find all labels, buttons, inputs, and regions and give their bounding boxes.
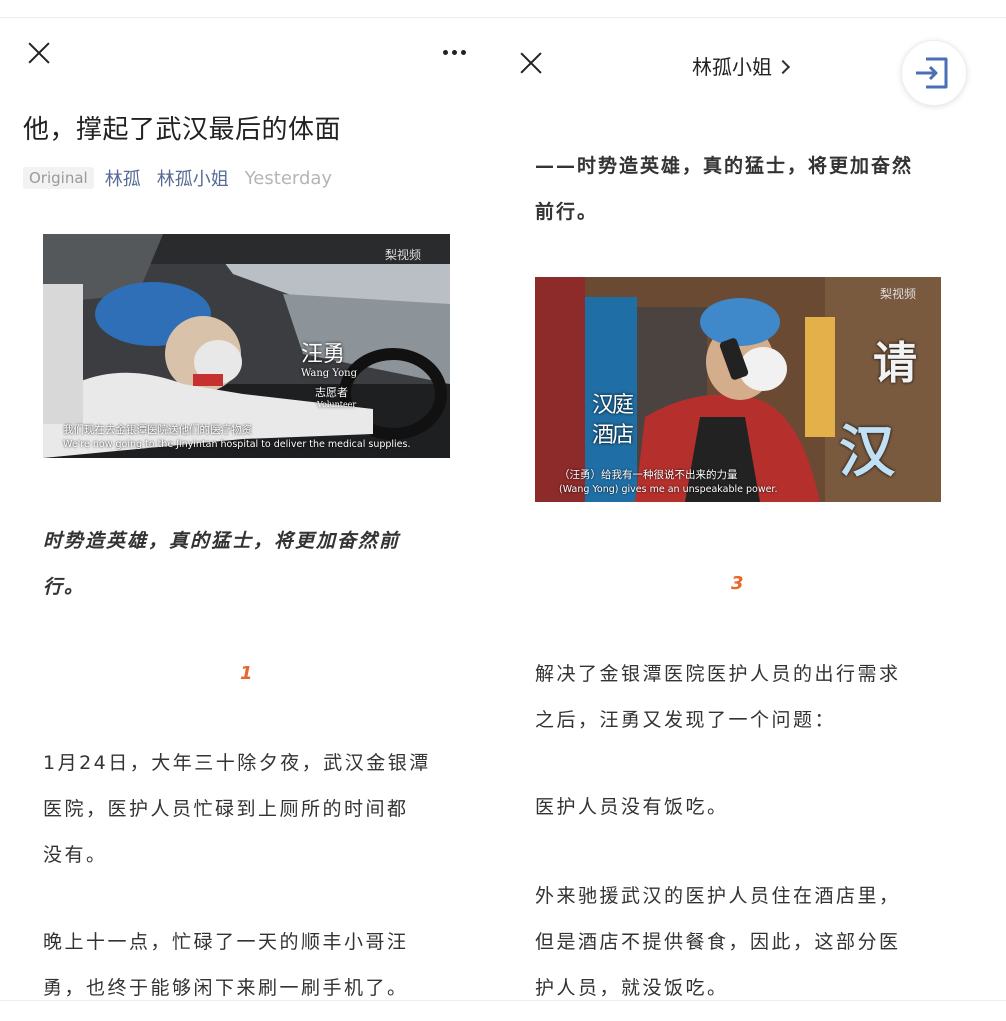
hotel-sign-char: 庭	[612, 393, 635, 418]
bottom-divider	[0, 1000, 500, 1001]
hotel-sign-char: 酒	[592, 423, 615, 448]
chevron-right-icon	[775, 59, 791, 75]
bottom-divider	[500, 1000, 1006, 1001]
video-subtitle-en: (Wang Yong) gives me an unspeakable powe…	[559, 484, 778, 495]
quote-paragraph: ——时势造英雄，真的猛士，将更加奋然 前行。	[535, 143, 913, 235]
body-paragraph: 医护人员没有饭吃。	[535, 784, 729, 830]
body-paragraph: 外来驰援武汉的医护人员住在酒店里， 但是酒店不提供餐食，因此，这部分医 护人员，…	[535, 873, 901, 1011]
video-player[interactable]: 梨视频 汪勇 Wang Yong 志愿者 Volunteer 我们现在去金银潭医…	[43, 234, 450, 458]
original-badge: Original	[23, 167, 94, 189]
video-subtitle-cn: 我们现在去金银潭医院送他们的医疗物资	[63, 424, 252, 436]
video-role-cn: 志愿者	[315, 386, 348, 399]
article-title: 他，撑起了武汉最后的体面	[23, 115, 342, 145]
exit-button[interactable]	[901, 40, 967, 106]
section-number: 3	[731, 573, 744, 594]
right-article-panel: 林孤小姐 ——时势造英雄，真的猛士，将更加奋然 前行。 梨视频 汉 庭 酒 店 …	[500, 0, 1006, 1021]
exit-icon	[916, 57, 948, 89]
more-options-icon[interactable]	[443, 49, 469, 57]
article-meta: Original 林孤 林孤小姐 Yesterday	[23, 165, 332, 191]
body-paragraph: 解决了金银潭医院医护人员的出行需求 之后，汪勇又发现了一个问题：	[535, 651, 901, 743]
video-subtitle-cn: （汪勇）给我有一种很说不出来的力量	[559, 469, 738, 481]
hotel-sign-char: 店	[612, 423, 635, 448]
quote-line: 行。	[43, 576, 86, 598]
video-subtitle-en: We're now going to the Jinyintan hospita…	[63, 439, 411, 450]
video-name-cn: 汪勇	[301, 342, 346, 367]
quote-line: 时势造英雄，真的猛士，将更加奋然前	[43, 530, 401, 552]
text-line: 医护人员没有饭吃。	[535, 796, 729, 818]
video-role-en: Volunteer	[317, 400, 357, 409]
hotel-sign-char: 汉	[592, 393, 615, 418]
video-player[interactable]: 梨视频 汉 庭 酒 店 请 汉 （汪勇）给我有一种很说不出来的力量 (Wang …	[535, 277, 941, 502]
video-watermark: 梨视频	[880, 287, 917, 301]
account-name: 林孤小姐	[692, 55, 772, 79]
top-divider	[0, 17, 500, 18]
video-name-en: Wang Yong	[301, 368, 357, 379]
big-sign-char: 汉	[839, 419, 895, 485]
account-header[interactable]: 林孤小姐	[692, 51, 791, 80]
text-line: 晚上十一点，忙碌了一天的顺丰小哥汪	[43, 931, 409, 953]
text-line: 护人员，就没饭吃。	[535, 977, 729, 999]
publish-time: Yesterday	[244, 167, 333, 189]
text-line: 解决了金银潭医院医护人员的出行需求	[535, 663, 901, 685]
body-paragraph: 1月24日，大年三十除夕夜，武汉金银潭 医院，医护人员忙碌到上厕所的时间都 没有…	[43, 740, 431, 878]
quote-line: 前行。	[535, 201, 599, 223]
text-line: 医院，医护人员忙碌到上厕所的时间都	[43, 798, 409, 820]
top-divider	[500, 17, 1006, 18]
text-line: 1月24日，大年三十除夕夜，武汉金银潭	[43, 752, 431, 774]
author-link[interactable]: 林孤	[105, 165, 141, 191]
text-line: 没有。	[43, 844, 108, 866]
text-line: 但是酒店不提供餐食，因此，这部分医	[535, 931, 901, 953]
big-sign-char: 请	[873, 338, 917, 389]
quote-line: ——时势造英雄，真的猛士，将更加奋然	[535, 155, 914, 177]
text-line: 之后，汪勇又发现了一个问题：	[535, 709, 837, 731]
text-line: 勇，也终于能够闲下来刷一刷手机了。	[43, 977, 409, 999]
left-article-panel: 他，撑起了武汉最后的体面 Original 林孤 林孤小姐 Yesterday …	[0, 0, 500, 1021]
text-line: 外来驰援武汉的医护人员住在酒店里，	[535, 885, 901, 907]
account-link[interactable]: 林孤小姐	[157, 165, 229, 191]
section-number: 1	[240, 663, 253, 684]
body-paragraph: 晚上十一点，忙碌了一天的顺丰小哥汪 勇，也终于能够闲下来刷一刷手机了。	[43, 919, 409, 1011]
quote-paragraph: 时势造英雄，真的猛士，将更加奋然前 行。	[43, 518, 400, 610]
close-icon[interactable]	[518, 50, 544, 76]
video-watermark: 梨视频	[385, 248, 422, 262]
close-icon[interactable]	[26, 40, 52, 66]
